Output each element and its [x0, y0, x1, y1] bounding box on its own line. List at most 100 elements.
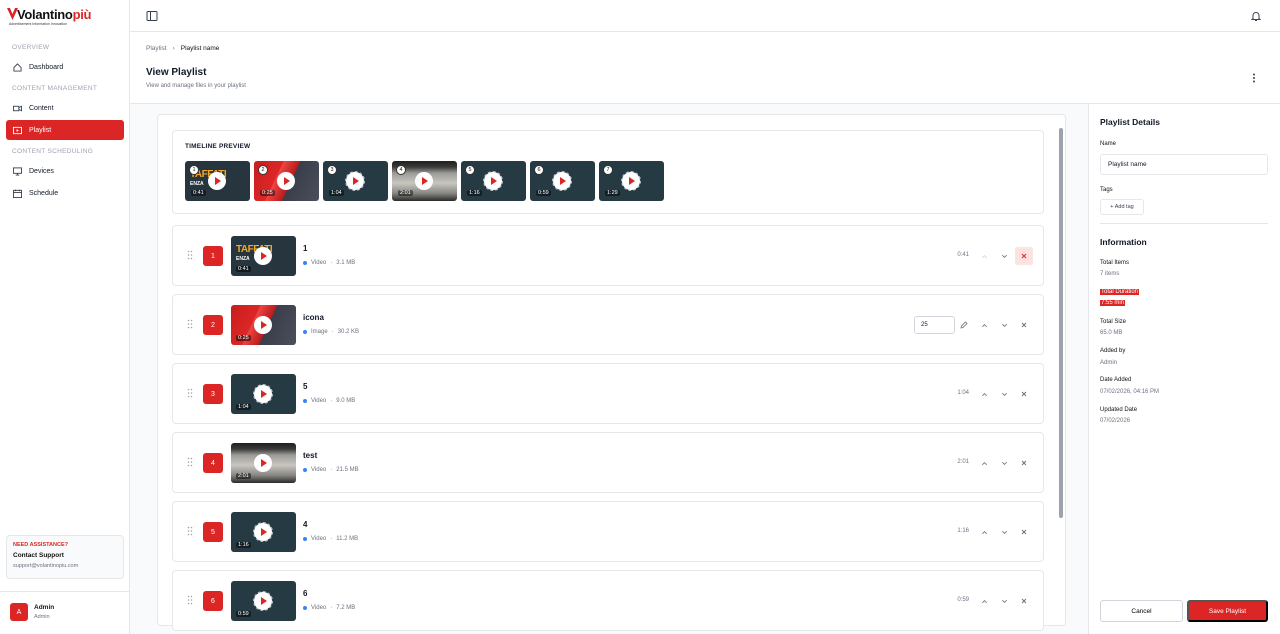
- avatar[interactable]: A: [10, 603, 28, 621]
- drag-handle-icon[interactable]: [187, 250, 193, 260]
- play-icon[interactable]: [254, 454, 272, 472]
- play-icon[interactable]: [254, 247, 272, 265]
- row-title: test: [303, 451, 318, 460]
- row-thumbnail[interactable]: 1:04: [231, 374, 296, 414]
- timeline-thumbnail[interactable]: 7 1:29: [599, 161, 664, 201]
- row-size: 30.2 KB: [337, 329, 360, 335]
- move-down-icon[interactable]: [995, 592, 1013, 610]
- move-up-icon[interactable]: [975, 247, 993, 265]
- timeline-thumbnail[interactable]: 4 2:01: [392, 161, 457, 201]
- timeline-thumbnail[interactable]: 5 1:16: [461, 161, 526, 201]
- playlist-row[interactable]: 5 1:16 4 Video · 11.2 MB 1:16: [172, 501, 1044, 562]
- row-size: 7.2 MB: [336, 605, 356, 611]
- cancel-button[interactable]: Cancel: [1100, 600, 1183, 622]
- play-icon[interactable]: [208, 172, 226, 190]
- duration-input[interactable]: 25: [914, 316, 955, 334]
- row-index: 3: [203, 384, 223, 404]
- remove-icon[interactable]: [1015, 316, 1033, 334]
- row-thumbnail[interactable]: 1:16: [231, 512, 296, 552]
- play-icon[interactable]: [254, 592, 272, 610]
- drag-handle-icon[interactable]: [187, 319, 193, 329]
- move-up-icon[interactable]: [975, 454, 993, 472]
- move-up-icon[interactable]: [975, 523, 993, 541]
- play-icon[interactable]: [415, 172, 433, 190]
- drag-handle-icon[interactable]: [187, 595, 193, 605]
- information-title: Information: [1100, 237, 1147, 247]
- move-up-icon[interactable]: [975, 592, 993, 610]
- row-size: 9.0 MB: [336, 398, 356, 404]
- play-icon[interactable]: [484, 172, 502, 190]
- timeline-index: 3: [327, 165, 337, 175]
- row-meta: Video · 7.2 MB: [303, 605, 355, 611]
- timeline-thumbnail[interactable]: 2 0:25: [254, 161, 319, 201]
- name-label: Name: [1100, 141, 1117, 147]
- playlist-row[interactable]: 6 0:59 6 Video · 7.2 MB 0:59: [172, 570, 1044, 631]
- timeline-thumbnail[interactable]: 3 1:04: [323, 161, 388, 201]
- timeline-thumbnail[interactable]: TAFFATI ENZA 1 0:41: [185, 161, 250, 201]
- thumbnail-duration: 2:01: [236, 473, 251, 479]
- more-vertical-icon[interactable]: [1248, 72, 1260, 84]
- row-thumbnail[interactable]: TAFFATI ENZA 0:41: [231, 236, 296, 276]
- top-bar: [130, 0, 1280, 32]
- move-down-icon[interactable]: [995, 454, 1013, 472]
- playlist-row[interactable]: 1 TAFFATI ENZA 0:41 1 Video · 3.1 MB 0:41: [172, 225, 1044, 286]
- move-down-icon[interactable]: [995, 523, 1013, 541]
- play-icon[interactable]: [254, 316, 272, 334]
- playlist-row[interactable]: 2 0:25 icona Image · 30.2 KB 25: [172, 294, 1044, 355]
- move-down-icon[interactable]: [995, 316, 1013, 334]
- play-icon[interactable]: [346, 172, 364, 190]
- playlist-row[interactable]: 4 2:01 test Video · 21.5 MB 2:01: [172, 432, 1044, 493]
- playlist-row[interactable]: 3 1:04 5 Video · 9.0 MB 1:04: [172, 363, 1044, 424]
- sidebar-item-dashboard[interactable]: Dashboard: [6, 57, 124, 77]
- save-playlist-button[interactable]: Save Playlist: [1187, 600, 1268, 622]
- row-thumbnail[interactable]: 0:59: [231, 581, 296, 621]
- scrollbar[interactable]: [1059, 128, 1063, 518]
- move-up-icon[interactable]: [975, 316, 993, 334]
- move-down-icon[interactable]: [995, 385, 1013, 403]
- updated-date-label: Updated Date: [1100, 407, 1138, 413]
- sidebar-item-playlist[interactable]: Playlist: [6, 120, 124, 140]
- remove-icon[interactable]: [1015, 523, 1033, 541]
- separator: ·: [330, 536, 333, 542]
- edit-icon[interactable]: [955, 316, 973, 334]
- page-title: View Playlist: [146, 67, 207, 78]
- drag-handle-icon[interactable]: [187, 388, 193, 398]
- breadcrumb: Playlist › Playlist name: [146, 45, 219, 52]
- timeline-thumbnail[interactable]: 6 0:59: [530, 161, 595, 201]
- remove-icon[interactable]: [1015, 592, 1033, 610]
- add-tag-button[interactable]: + Add tag: [1100, 199, 1144, 215]
- breadcrumb-root[interactable]: Playlist: [146, 45, 167, 52]
- remove-icon[interactable]: [1015, 247, 1033, 265]
- bell-icon[interactable]: [1250, 10, 1262, 22]
- remove-icon[interactable]: [1015, 385, 1033, 403]
- row-type: Video: [311, 536, 327, 542]
- move-up-icon[interactable]: [975, 385, 993, 403]
- updated-date-value: 07/02/2026: [1100, 418, 1131, 424]
- sidebar-item-schedule[interactable]: Schedule: [6, 183, 124, 203]
- row-thumbnail[interactable]: 0:25: [231, 305, 296, 345]
- support-email[interactable]: support@volantinopiu.com: [13, 563, 117, 569]
- drag-handle-icon[interactable]: [187, 457, 193, 467]
- play-icon[interactable]: [622, 172, 640, 190]
- thumbnail-duration: 0:25: [236, 335, 251, 341]
- sidebar-toggle-icon[interactable]: [146, 10, 158, 22]
- move-down-icon[interactable]: [995, 247, 1013, 265]
- drag-handle-icon[interactable]: [187, 526, 193, 536]
- sidebar-item-content[interactable]: Content: [6, 98, 124, 118]
- brand-logo[interactable]: Volantinopiù Advertisement Information I…: [7, 7, 91, 27]
- sidebar-item-devices[interactable]: Devices: [6, 161, 124, 181]
- timeline-duration: 0:25: [260, 190, 275, 196]
- play-icon[interactable]: [254, 385, 272, 403]
- row-index: 4: [203, 453, 223, 473]
- play-icon[interactable]: [254, 523, 272, 541]
- remove-icon[interactable]: [1015, 454, 1033, 472]
- playlist-name-input[interactable]: Playlist name: [1100, 154, 1268, 175]
- calendar-icon: [12, 188, 22, 198]
- row-duration: 1:04: [957, 390, 969, 396]
- row-size: 11.2 MB: [336, 536, 359, 542]
- sidebar-item-label: Content: [29, 104, 54, 112]
- play-icon[interactable]: [553, 172, 571, 190]
- row-thumbnail[interactable]: 2:01: [231, 443, 296, 483]
- row-duration: 0:41: [957, 252, 969, 258]
- play-icon[interactable]: [277, 172, 295, 190]
